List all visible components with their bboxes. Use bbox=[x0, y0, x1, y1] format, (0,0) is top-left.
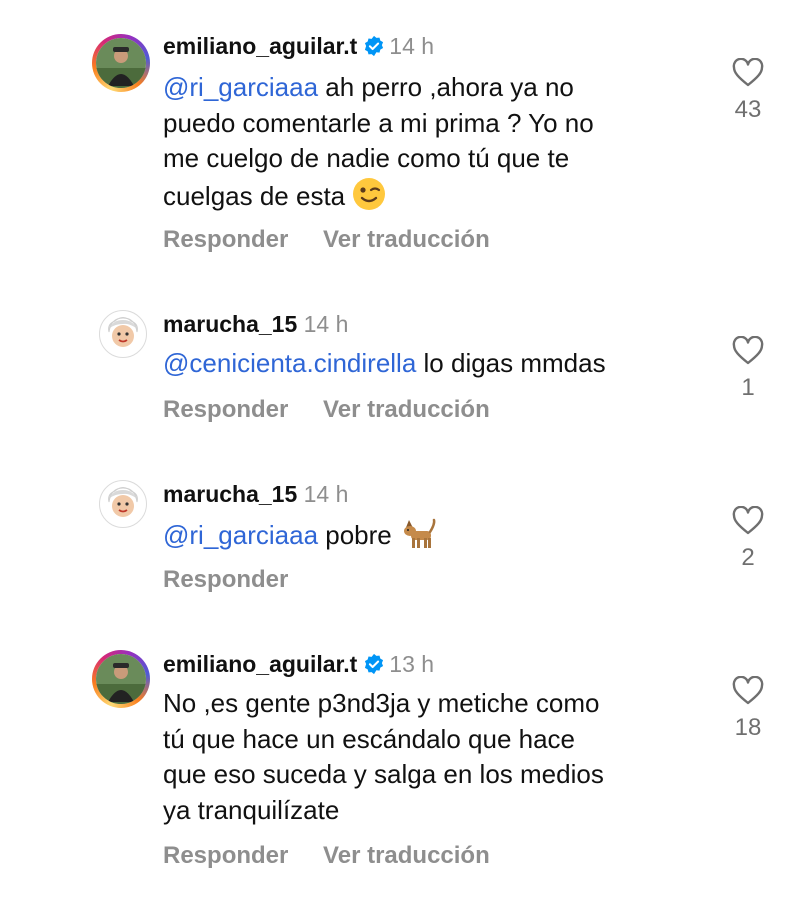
avatar-photo-icon bbox=[96, 38, 146, 88]
heart-icon[interactable] bbox=[732, 58, 764, 88]
avatar[interactable] bbox=[92, 650, 150, 708]
comment-username[interactable]: emiliano_aguilar.t bbox=[163, 33, 357, 59]
dog-emoji-icon bbox=[403, 518, 436, 548]
translate-button[interactable]: Ver traducción bbox=[323, 842, 490, 869]
mention-link[interactable]: @ri_garciaaa bbox=[163, 520, 318, 550]
comment-timestamp: 14 h bbox=[389, 33, 435, 59]
comment-username[interactable]: emiliano_aguilar.t bbox=[163, 651, 357, 677]
reply-button[interactable]: Responder bbox=[163, 226, 288, 253]
mention-link[interactable]: @ri_garciaaa bbox=[163, 72, 318, 102]
heart-icon[interactable] bbox=[732, 506, 764, 536]
heart-icon[interactable] bbox=[732, 336, 764, 366]
comment-text: @cenicienta.cindirella lo digas mmdas bbox=[163, 348, 606, 378]
avatar-photo-icon bbox=[96, 654, 146, 704]
comment-item: marucha_15 14 h @ri_garciaaa pobre Respo… bbox=[0, 450, 800, 620]
reply-button[interactable]: Responder bbox=[163, 396, 288, 423]
comment-username[interactable]: marucha_15 bbox=[163, 311, 297, 337]
like-count: 1 bbox=[741, 374, 755, 401]
verified-badge-icon bbox=[365, 35, 384, 57]
heart-icon[interactable] bbox=[732, 676, 764, 706]
memoji-avatar-icon bbox=[101, 482, 145, 526]
reply-button[interactable]: Responder bbox=[163, 842, 288, 869]
comment-text: @ri_garciaaa ah perro ,ahora ya no puedo… bbox=[163, 72, 594, 211]
reply-button[interactable]: Responder bbox=[163, 566, 288, 593]
like-count: 2 bbox=[741, 544, 755, 571]
avatar[interactable] bbox=[99, 310, 147, 358]
comment-text: No ,es gente p3nd3ja y metiche como tú q… bbox=[163, 688, 604, 825]
memoji-avatar-icon bbox=[101, 312, 145, 356]
comment-timestamp: 13 h bbox=[389, 651, 435, 677]
comment-username[interactable]: marucha_15 bbox=[163, 481, 297, 507]
translate-button[interactable]: Ver traducción bbox=[323, 396, 490, 423]
avatar[interactable] bbox=[92, 34, 150, 92]
avatar[interactable] bbox=[99, 480, 147, 528]
comment-timestamp: 14 h bbox=[303, 481, 349, 507]
comment-item: emiliano_aguilar.t 14 h @ri_garciaaa ah p… bbox=[0, 0, 800, 280]
comment-item: emiliano_aguilar.t 13 h No ,es gente p3nd… bbox=[0, 620, 800, 904]
winking-face-emoji-icon bbox=[353, 177, 386, 210]
comment-timestamp: 14 h bbox=[303, 311, 349, 337]
like-count: 43 bbox=[734, 96, 762, 123]
translate-button[interactable]: Ver traducción bbox=[323, 226, 490, 253]
verified-badge-icon bbox=[365, 653, 384, 675]
comment-text: @ri_garciaaa pobre bbox=[163, 516, 708, 554]
like-count: 18 bbox=[734, 714, 762, 741]
comment-item: marucha_15 14 h @cenicienta.cindirella l… bbox=[0, 280, 800, 450]
mention-link[interactable]: @cenicienta.cindirella bbox=[163, 348, 416, 378]
